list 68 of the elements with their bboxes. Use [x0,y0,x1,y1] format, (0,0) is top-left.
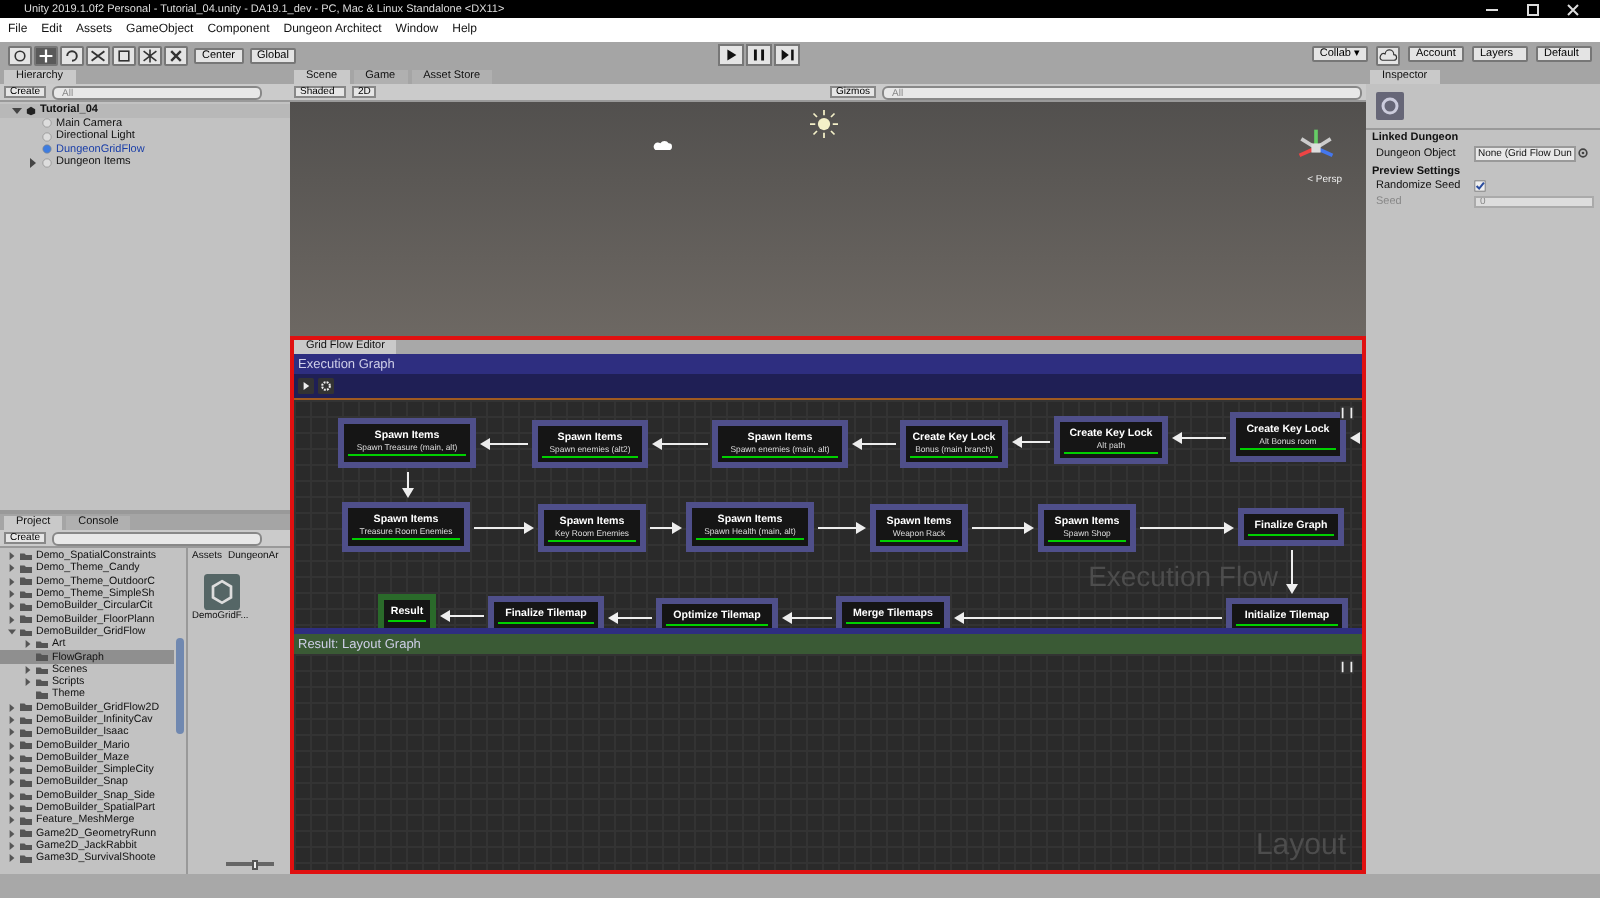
arrow [817,522,866,534]
arrow [782,612,833,624]
expand-arrow-icon[interactable] [8,716,16,724]
frame-icon[interactable] [1340,660,1354,674]
expand-arrow-icon[interactable] [8,615,16,624]
arrow [971,522,1034,534]
arrow [402,471,414,498]
expand-arrow-icon[interactable] [8,741,16,750]
expand-arrow-icon[interactable] [8,829,16,838]
move-icon[interactable] [34,45,58,65]
component-icon [1376,92,1404,120]
close-icon[interactable] [1564,3,1580,15]
search-field[interactable] [52,531,263,545]
expand-arrow-icon[interactable] [8,791,16,800]
expand-arrow-icon[interactable] [8,590,16,599]
expand-arrow-icon[interactable] [8,564,16,573]
transform-icon[interactable] [138,45,162,65]
expand-arrow-icon[interactable] [24,640,32,649]
arrow [480,438,529,450]
expand-arrow-icon[interactable] [8,841,16,850]
step-icon[interactable] [774,44,801,66]
scrollbar[interactable] [176,638,184,734]
expand-arrow-icon[interactable] [8,627,16,636]
arrow [440,610,485,622]
expand-arrow-icon[interactable] [8,778,16,787]
expand-arrow-icon[interactable] [8,804,16,813]
play-icon[interactable] [718,44,745,66]
expand-arrow-icon[interactable] [8,766,16,775]
expand-arrow-icon[interactable] [8,816,16,825]
arrow [1286,549,1298,594]
expand-arrow-icon[interactable] [8,753,16,762]
scale-icon[interactable] [86,45,110,65]
arrow [473,522,534,534]
minimize-icon[interactable] [1484,3,1500,15]
arrow [608,612,653,624]
rotate-icon[interactable] [60,45,84,65]
expand-arrow-icon[interactable] [8,854,16,863]
graph-canvas[interactable] [294,400,1362,628]
cloud-icon [652,140,672,150]
arrow [652,438,709,450]
expand-arrow-icon[interactable] [28,157,38,168]
hand-icon[interactable] [8,45,32,65]
expand-arrow-icon[interactable] [8,552,16,561]
target-icon[interactable] [1577,148,1588,159]
cloud-icon[interactable] [1376,45,1400,65]
arrow [1172,432,1227,444]
settings-icon[interactable] [318,378,334,394]
play-icon[interactable] [298,378,314,394]
frame-icon[interactable] [1340,406,1354,420]
expand-arrow-icon[interactable] [12,105,22,116]
checkbox[interactable] [1474,180,1486,193]
maximize-icon[interactable] [1524,3,1540,15]
expand-arrow-icon[interactable] [8,728,16,737]
expand-arrow-icon[interactable] [8,602,16,611]
rect-tool-icon[interactable] [112,45,136,65]
slider-thumb[interactable] [251,859,258,869]
sun-icon [810,110,838,138]
expand-arrow-icon[interactable] [8,577,16,586]
arrow [1012,436,1051,448]
expand-arrow-icon[interactable] [24,665,32,674]
arrow [1139,522,1234,534]
arrow [852,438,897,450]
pause-icon[interactable] [746,44,773,66]
custom-tool-icon[interactable] [164,45,188,65]
expand-arrow-icon[interactable] [8,703,16,712]
arrow [649,522,682,534]
arrow [1350,432,1361,444]
expand-arrow-icon[interactable] [24,678,32,687]
